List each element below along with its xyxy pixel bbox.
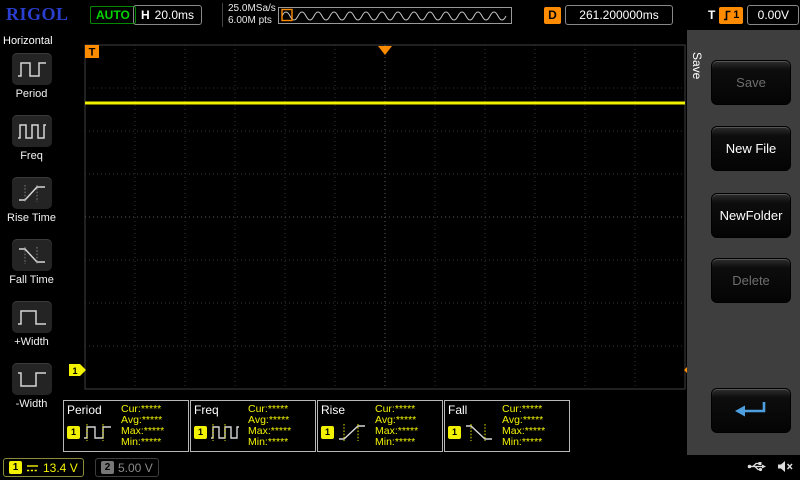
min-value: Min:***** — [375, 437, 439, 448]
trigger-source: 1 — [733, 9, 739, 21]
freq-icon — [12, 115, 52, 147]
measurement-fall: Fall 1 Cur:***** Avg:***** Max:***** Min… — [444, 400, 570, 452]
min-value: Min:***** — [502, 437, 566, 448]
sidebar-item-label: -Width — [16, 398, 48, 410]
timebase-value: 20.0ms — [155, 8, 194, 22]
sidebar-item-label: Period — [16, 88, 48, 100]
sidebar-item-rise-time[interactable]: Rise Time — [7, 177, 56, 224]
trigger-source-badge: 1 — [719, 7, 743, 24]
status-bar: 1 13.4 V 2 5.00 V — [0, 455, 800, 480]
rise-meas-icon — [337, 421, 367, 443]
measurement-freq: Freq 1 Cur:***** Avg:***** Max:***** Min… — [190, 400, 316, 452]
trigger-label: T — [708, 8, 715, 22]
top-bar: RIGOL AUTO H 20.0ms 25.0MSa/s 6.00M pts … — [0, 0, 800, 30]
delay-value: 261.200000ms — [565, 5, 673, 25]
run-mode-badge: AUTO — [90, 6, 136, 24]
grid-center-lines — [85, 45, 685, 389]
period-icon — [12, 53, 52, 85]
minus-width-icon — [12, 363, 52, 395]
source-badge: 1 — [194, 426, 207, 439]
speaker-muted-icon — [777, 460, 794, 473]
ch1-level-marker[interactable]: 1 — [69, 364, 86, 376]
trigger-level-value: 0.00V — [747, 5, 799, 25]
ch2-scale: 5.00 V — [118, 461, 153, 475]
min-value: Min:***** — [248, 437, 312, 448]
waveform-display: T 1 T — [64, 38, 704, 396]
measurement-name: Period — [67, 403, 121, 417]
sidebar-item-label: Freq — [20, 150, 43, 162]
source-badge: 1 — [67, 426, 80, 439]
memory-waveform-icon — [279, 8, 511, 23]
horizontal-readout: H 20.0ms — [133, 5, 202, 25]
sidebar-title: Horizontal — [0, 30, 53, 53]
new-file-button[interactable]: New File — [711, 126, 791, 171]
measurement-name: Freq — [194, 403, 248, 417]
delay-badge: D — [544, 7, 561, 24]
trigger-position-marker[interactable] — [378, 46, 392, 55]
horizontal-measure-sidebar: Horizontal Period Freq Rise Time — [0, 30, 63, 455]
new-folder-button[interactable]: NewFolder — [711, 193, 791, 238]
display-window-marker — [282, 10, 292, 21]
save-menu-panel: Save Save New File NewFolder Delete — [687, 30, 800, 456]
source-badge: 1 — [321, 426, 334, 439]
ch1-status[interactable]: 1 13.4 V — [3, 458, 84, 477]
measurement-rise: Rise 1 Cur:***** Avg:***** Max:***** Min… — [317, 400, 443, 452]
period-meas-icon — [83, 421, 113, 443]
ch2-badge: 2 — [101, 461, 114, 474]
ch1-badge: 1 — [9, 461, 22, 474]
sidebar-item-fall-time[interactable]: Fall Time — [9, 239, 54, 286]
svg-text:T: T — [89, 47, 96, 59]
plus-width-icon — [12, 301, 52, 333]
rise-time-icon — [12, 177, 52, 209]
sidebar-item-period[interactable]: Period — [12, 53, 52, 100]
waveform-position-bar — [278, 7, 512, 24]
oscilloscope-screen: RIGOL AUTO H 20.0ms 25.0MSa/s 6.00M pts … — [0, 0, 800, 480]
horizontal-label: H — [141, 8, 150, 22]
sidebar-item-freq[interactable]: Freq — [12, 115, 52, 162]
sample-rate: 25.0MSa/s — [228, 3, 276, 15]
usb-icon — [747, 460, 767, 473]
svg-text:1: 1 — [72, 366, 77, 376]
measurement-name: Fall — [448, 403, 502, 417]
menu-tab-save: Save — [690, 52, 704, 79]
memory-depth: 6.00M pts — [228, 15, 276, 27]
save-button[interactable]: Save — [711, 60, 791, 105]
trigger-edge-icon — [723, 10, 732, 21]
return-arrow-icon — [731, 397, 771, 425]
sidebar-item-label: Fall Time — [9, 274, 54, 286]
menu-back-button[interactable] — [711, 388, 791, 433]
dc-coupling-icon — [26, 463, 39, 473]
acquisition-readout: 25.0MSa/s 6.00M pts — [222, 3, 276, 27]
sidebar-item-label: +Width — [14, 336, 49, 348]
min-value: Min:***** — [121, 437, 185, 448]
measurement-bar: Period 1 Cur:***** Avg:***** Max:***** M… — [63, 400, 570, 452]
delay-readout: D 261.200000ms — [544, 5, 673, 25]
sidebar-item-plus-width[interactable]: +Width — [12, 301, 52, 348]
rigol-logo: RIGOL — [6, 4, 69, 25]
trigger-status-marker: T — [85, 45, 99, 59]
trigger-readout: T 1 0.00V — [708, 5, 799, 25]
freq-meas-icon — [210, 421, 240, 443]
measurement-name: Rise — [321, 403, 375, 417]
measurement-period: Period 1 Cur:***** Avg:***** Max:***** M… — [63, 400, 189, 452]
fall-time-icon — [12, 239, 52, 271]
source-badge: 1 — [448, 426, 461, 439]
sidebar-item-minus-width[interactable]: -Width — [12, 363, 52, 410]
ch2-status[interactable]: 2 5.00 V — [95, 458, 159, 477]
delete-button[interactable]: Delete — [711, 258, 791, 303]
fall-meas-icon — [464, 421, 494, 443]
sidebar-item-label: Rise Time — [7, 212, 56, 224]
ch1-scale: 13.4 V — [43, 461, 78, 475]
